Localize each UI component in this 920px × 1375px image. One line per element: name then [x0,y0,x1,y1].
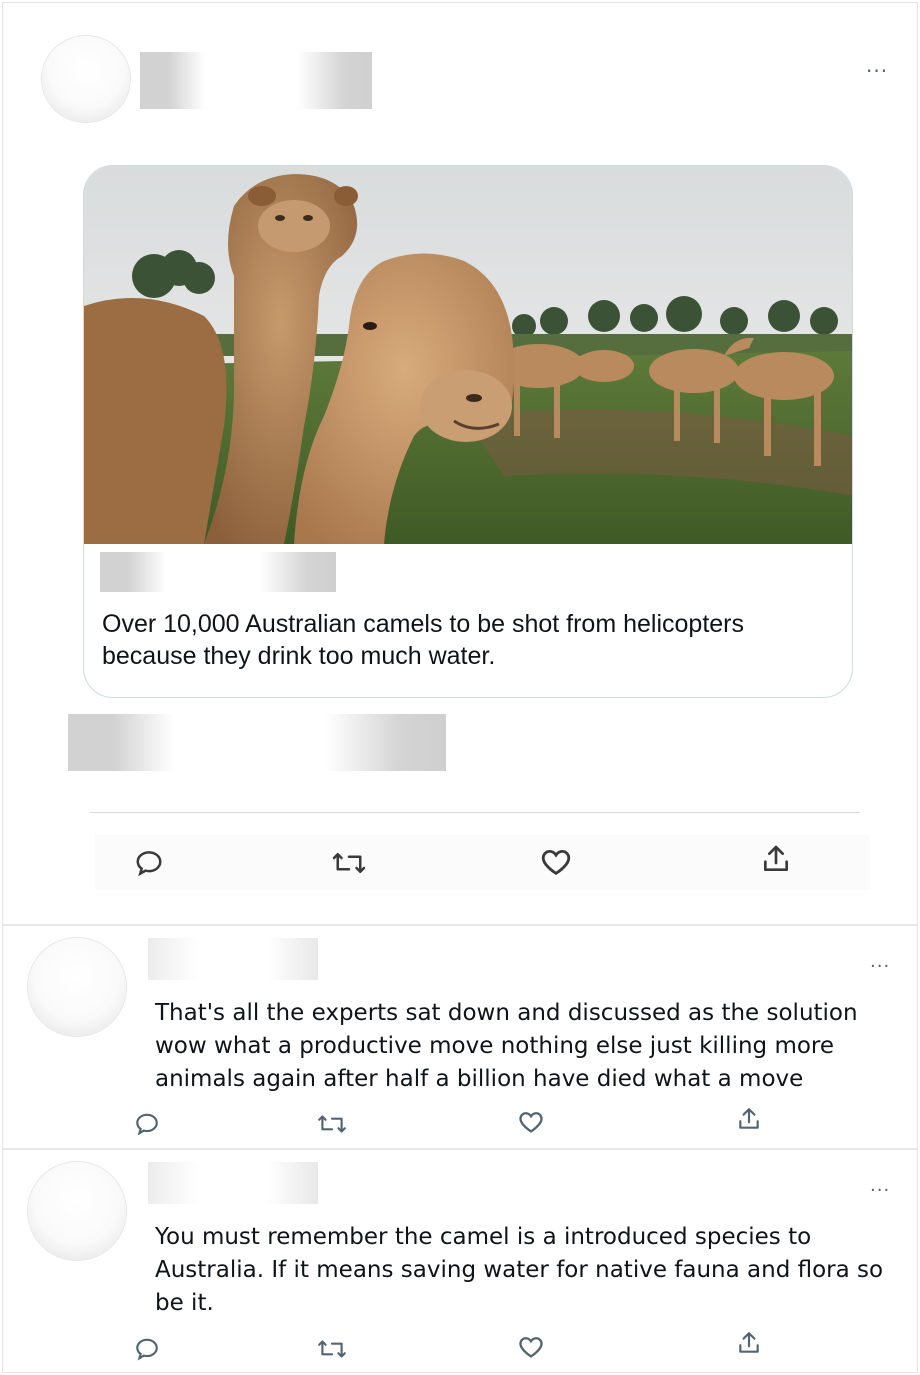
card-title: Over 10,000 Australian camels to be shot… [102,610,744,670]
heart-icon[interactable] [516,1333,546,1361]
more-options-button[interactable]: ··· [870,1182,890,1200]
share-icon[interactable] [736,1106,762,1132]
section-divider [2,1148,918,1150]
share-icon[interactable] [760,843,792,875]
reply-text: You must remember the camel is a introdu… [155,1224,884,1316]
retweet-icon[interactable] [330,848,368,878]
redacted-username [148,1162,318,1204]
redacted-card-source [100,552,336,592]
redacted-username [140,52,372,109]
retweet-icon[interactable] [316,1336,348,1362]
section-divider [2,924,918,926]
reply-icon[interactable] [134,1336,160,1362]
redacted-username [148,938,318,980]
reply-icon[interactable] [134,1111,160,1137]
share-icon[interactable] [736,1330,762,1356]
more-options-button[interactable]: ··· [866,61,888,81]
redacted-timestamp [68,714,446,771]
avatar[interactable] [28,1162,126,1260]
card-image-camels [84,166,852,544]
divider [90,812,860,813]
tweet-action-bar [95,835,870,890]
reply-icon[interactable] [134,848,164,878]
link-card[interactable]: Over 10,000 Australian camels to be shot… [83,165,853,698]
retweet-icon[interactable] [316,1111,348,1137]
more-options-button[interactable]: ··· [870,958,890,976]
avatar[interactable] [28,938,126,1036]
heart-icon[interactable] [538,845,574,879]
reply-text: That's all the experts sat down and disc… [155,1000,858,1092]
avatar[interactable] [42,36,130,122]
heart-icon[interactable] [516,1108,546,1136]
